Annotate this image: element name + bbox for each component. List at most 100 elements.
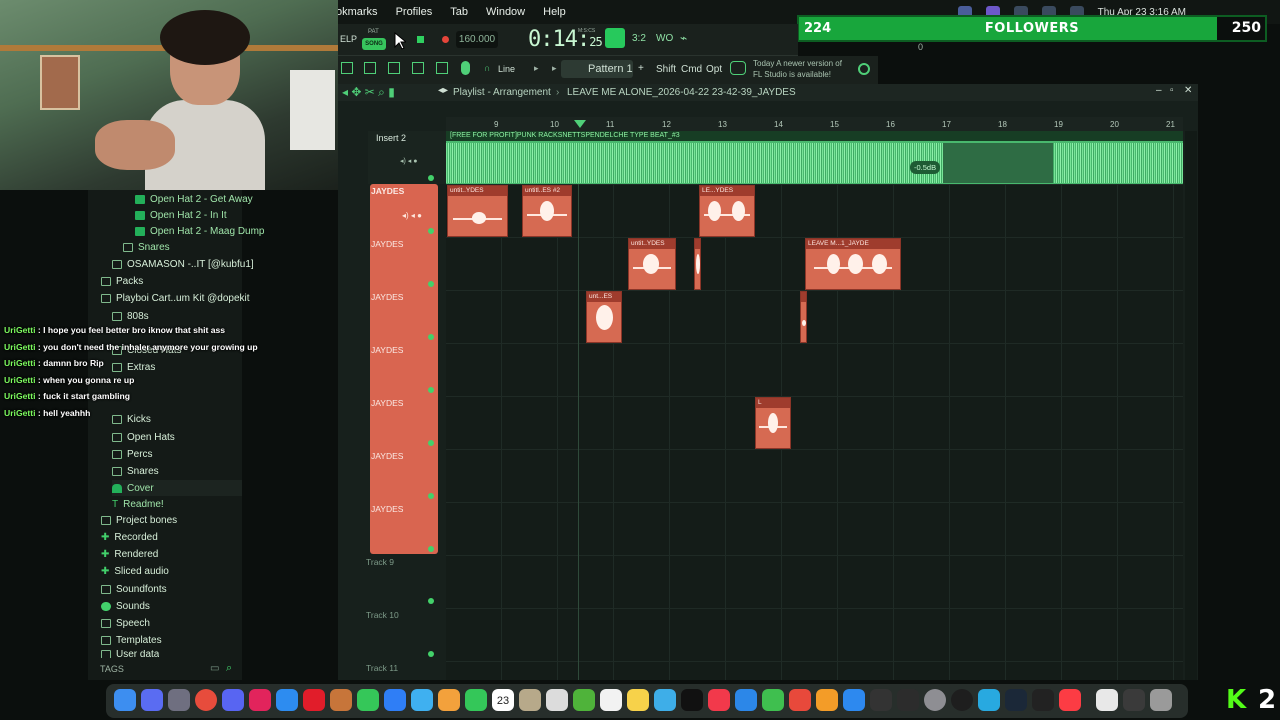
help-menu-fragment[interactable]: ELP <box>340 34 357 44</box>
browser-item[interactable]: Sounds <box>101 598 150 614</box>
browser-item[interactable]: Templates <box>101 632 162 648</box>
cmd-key-button[interactable]: Cmd <box>681 64 702 75</box>
track-enable-led[interactable] <box>428 598 434 604</box>
vocal-clip[interactable]: untitl..ES #2 <box>522 185 572 237</box>
tiktok-icon[interactable] <box>249 689 271 711</box>
wait-record-icon[interactable]: WO <box>656 33 673 44</box>
menu-tab[interactable]: Tab <box>450 6 468 18</box>
app-icon[interactable] <box>546 689 568 711</box>
piano-roll-icon[interactable] <box>364 62 376 74</box>
track-label[interactable]: JAYDES <box>371 345 403 355</box>
app-icon[interactable] <box>141 689 163 711</box>
music-icon[interactable] <box>1059 689 1081 711</box>
browser-item[interactable]: 808s <box>112 308 149 324</box>
browser-item[interactable]: Speech <box>101 615 150 631</box>
tag-icon[interactable]: ▭ <box>210 663 219 674</box>
playhead-marker[interactable] <box>574 120 586 128</box>
contacts-icon[interactable] <box>519 689 541 711</box>
menu-bookmarks[interactable]: okmarks <box>336 6 378 18</box>
beat-audio-clip[interactable]: [FREE FOR PROFIT]PUNK RACKSNETTSPENDELCH… <box>446 131 1183 184</box>
track-enable-led[interactable] <box>428 493 434 499</box>
loop-record-icon[interactable]: ⌁ <box>680 31 687 45</box>
browser-item[interactable]: Playboi Cart..um Kit @dopekit <box>101 290 250 306</box>
track-enable-led[interactable] <box>428 440 434 446</box>
downloads-icon[interactable] <box>1123 689 1145 711</box>
track-label[interactable]: JAYDES <box>371 504 403 514</box>
track-enable-led[interactable] <box>428 175 434 181</box>
pattern-selector[interactable]: Pattern 1 <box>561 60 633 78</box>
snap-arrow-icon[interactable]: ▸ <box>534 63 539 74</box>
trash-icon[interactable] <box>1150 689 1172 711</box>
shift-key-button[interactable]: Shift <box>656 64 676 75</box>
opera-icon[interactable] <box>303 689 325 711</box>
browser-item[interactable]: Project bones <box>101 512 177 528</box>
browser-item[interactable]: Open Hats <box>112 429 175 445</box>
obs-icon[interactable] <box>951 689 973 711</box>
app-icon[interactable] <box>978 689 1000 711</box>
vocal-clip[interactable]: untit..YDES <box>628 238 676 290</box>
browser-item[interactable]: User data <box>101 650 159 658</box>
pages-icon[interactable] <box>816 689 838 711</box>
launchpad-icon[interactable] <box>168 689 190 711</box>
track-label[interactable]: JAYDES <box>371 239 403 249</box>
track-label[interactable]: JAYDES <box>371 186 404 196</box>
browser-item[interactable]: ✚ Recorded <box>101 529 158 545</box>
metronome-button[interactable] <box>605 28 625 48</box>
fl-studio-icon[interactable] <box>330 689 352 711</box>
mail-icon[interactable] <box>384 689 406 711</box>
close-icon[interactable]: ✕ <box>1184 85 1192 96</box>
calendar-icon[interactable]: 23 <box>492 689 514 711</box>
finder-icon[interactable] <box>114 689 136 711</box>
online-icon[interactable] <box>858 63 870 75</box>
tempo-display[interactable]: 160.000 <box>456 31 498 48</box>
record-button[interactable] <box>442 36 449 43</box>
browser-item[interactable]: OSAMASON -..IT [@kubfu1] <box>112 256 254 272</box>
opt-key-button[interactable]: Opt <box>706 64 722 75</box>
discord-icon[interactable] <box>222 689 244 711</box>
chrome-icon[interactable] <box>195 689 217 711</box>
song-mode-toggle[interactable]: SONG <box>362 38 386 50</box>
browser-item[interactable]: ✚ Sliced audio <box>101 563 169 579</box>
maximize-icon[interactable]: ▫ <box>1170 85 1174 96</box>
insert-controls-icon[interactable]: ◂) ◂ ● <box>400 157 417 165</box>
browser-item[interactable]: Open Hat 2 - Get Away <box>135 191 253 207</box>
browser-item[interactable]: Cover <box>112 480 242 496</box>
pattern-prev-icon[interactable]: ▸ <box>552 63 557 74</box>
timeline-ruler[interactable]: 9 10 11 12 13 14 15 16 17 18 19 20 21 <box>446 117 1183 131</box>
capcut-icon[interactable] <box>1032 689 1054 711</box>
track-enable-led[interactable] <box>428 387 434 393</box>
insert-track-header[interactable]: Insert 2 ◂) ◂ ● <box>368 131 446 184</box>
track-enable-led[interactable] <box>428 334 434 340</box>
playlist-window-icon[interactable] <box>341 62 353 74</box>
system-settings-icon[interactable] <box>924 689 946 711</box>
playlist-menu-arrow-icon[interactable]: ◂▸ <box>438 85 448 96</box>
keynote-icon[interactable] <box>735 689 757 711</box>
vocal-clip[interactable]: unt...ES <box>586 291 622 343</box>
snap-select[interactable]: Line <box>498 64 515 74</box>
pat-mode-label[interactable]: PAT <box>368 29 379 35</box>
safari-icon[interactable] <box>276 689 298 711</box>
browser-item[interactable]: Soundfonts <box>101 581 167 597</box>
browser-item[interactable]: Snares <box>123 239 170 255</box>
browser-item[interactable]: T Readme! <box>112 496 164 512</box>
update-notice[interactable]: Today A newer version of FL Studio is av… <box>753 58 842 80</box>
browser-item[interactable]: ✚ Rendered <box>101 546 158 562</box>
browser-item[interactable]: Packs <box>101 273 143 289</box>
plugin-picker-icon[interactable] <box>436 62 448 74</box>
track-label[interactable]: Track 11 <box>366 663 398 673</box>
menu-window[interactable]: Window <box>486 6 525 18</box>
app-icon[interactable] <box>789 689 811 711</box>
mixer-icon[interactable] <box>412 62 424 74</box>
facetime-icon[interactable] <box>465 689 487 711</box>
track-label[interactable]: Track 10 <box>366 610 399 620</box>
track-enable-led[interactable] <box>428 281 434 287</box>
news-icon[interactable] <box>730 61 746 75</box>
vocal-clip[interactable]: L <box>755 397 791 449</box>
maps-icon[interactable] <box>411 689 433 711</box>
minimize-icon[interactable]: – <box>1156 85 1162 96</box>
app-icon[interactable] <box>870 689 892 711</box>
track-label[interactable]: JAYDES <box>371 451 403 461</box>
numbers-icon[interactable] <box>762 689 784 711</box>
minecraft-icon[interactable] <box>573 689 595 711</box>
app-store-icon[interactable] <box>843 689 865 711</box>
